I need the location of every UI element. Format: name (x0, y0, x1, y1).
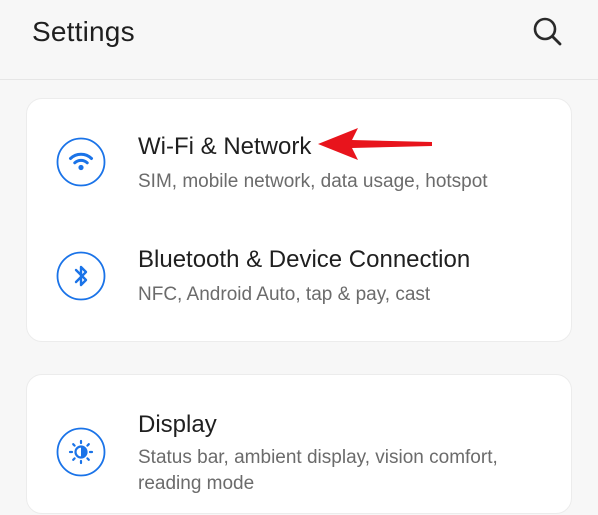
settings-item-title: Display (138, 411, 217, 438)
settings-item-title: Wi-Fi & Network (138, 133, 312, 160)
settings-item-wifi-network[interactable]: Wi-Fi & Network SIM, mobile network, dat… (27, 99, 573, 221)
settings-item-subtitle: Status bar, ambient display, vision comf… (138, 447, 498, 494)
page-title: Settings (32, 16, 135, 47)
settings-item-bluetooth[interactable]: Bluetooth & Device Connection NFC, Andro… (27, 221, 573, 343)
settings-item-display[interactable]: Display Status bar, ambient display, vis… (27, 375, 573, 515)
search-button[interactable] (528, 12, 568, 52)
brightness-icon (56, 427, 106, 477)
search-icon (533, 17, 562, 46)
app-bar: Settings (0, 0, 598, 80)
wifi-icon (56, 137, 106, 187)
settings-item-subtitle: SIM, mobile network, data usage, hotspot (138, 171, 488, 192)
settings-item-subtitle: NFC, Android Auto, tap & pay, cast (138, 284, 431, 305)
display-settings-card: Display Status bar, ambient display, vis… (26, 374, 572, 514)
bluetooth-icon (56, 251, 106, 301)
network-settings-card: Wi-Fi & Network SIM, mobile network, dat… (26, 98, 572, 342)
settings-item-title: Bluetooth & Device Connection (138, 246, 471, 273)
